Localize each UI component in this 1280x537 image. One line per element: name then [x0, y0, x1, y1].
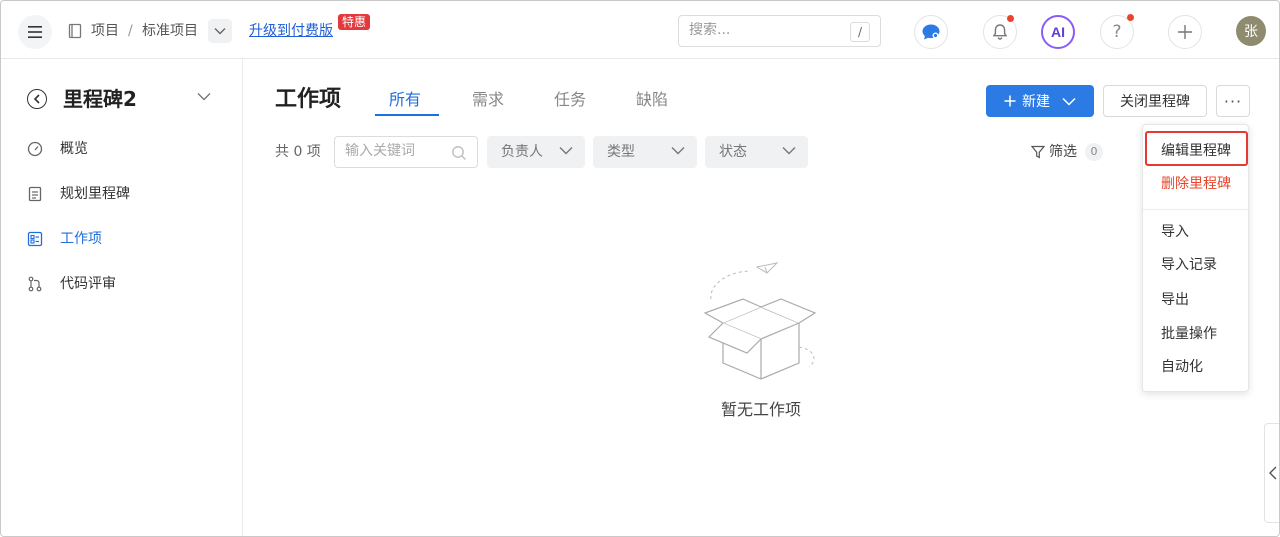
close-milestone-button[interactable]: 关闭里程碑 — [1103, 85, 1207, 117]
advanced-filter-button[interactable]: 筛选 0 — [1031, 143, 1103, 161]
project-switch-dropdown[interactable] — [208, 19, 232, 43]
question-mark-icon: ? — [1112, 22, 1122, 42]
sidebar-item-work-items[interactable]: 工作项 — [1, 221, 242, 257]
new-work-item-button[interactable]: 新建 — [986, 85, 1094, 117]
menu-divider — [1143, 209, 1248, 210]
search-shortcut-key: / — [850, 22, 870, 42]
plus-icon — [1004, 95, 1016, 107]
menu-item-edit-milestone[interactable]: 编辑里程碑 — [1161, 141, 1231, 161]
keyword-search[interactable] — [334, 136, 478, 168]
user-avatar[interactable]: 张 — [1236, 16, 1266, 46]
notifications-button[interactable] — [983, 15, 1017, 49]
menu-item-batch-operations[interactable]: 批量操作 — [1161, 324, 1217, 344]
chevron-left-icon — [1269, 466, 1277, 480]
status-filter[interactable]: 状态 — [705, 136, 808, 168]
global-search[interactable]: / — [678, 15, 881, 47]
sidebar-item-label: 概览 — [60, 141, 88, 157]
chevron-down-icon — [214, 28, 226, 35]
sidebar-item-overview[interactable]: 概览 — [1, 131, 242, 167]
help-dot — [1127, 14, 1134, 21]
create-button[interactable] — [1168, 15, 1202, 49]
filter-label: 负责人 — [501, 144, 543, 160]
chevron-down-icon — [782, 147, 796, 155]
sidebar: 里程碑2 概览 规划里程碑 工作项 代码评审 — [1, 59, 243, 536]
more-actions-button[interactable]: ··· — [1216, 85, 1250, 117]
clipboard-icon — [28, 186, 42, 202]
chat-bubble-icon — [922, 24, 940, 40]
app-window: 项目 / 标准项目 升级到付费版 特惠 / AI ? 张 — [0, 0, 1280, 537]
chevron-down-icon[interactable] — [197, 92, 211, 101]
filter-button-label: 筛选 — [1049, 144, 1077, 160]
tab-all[interactable]: 所有 — [389, 89, 421, 111]
filter-label: 类型 — [607, 144, 635, 160]
sidebar-item-label: 工作项 — [60, 231, 102, 247]
top-header: 项目 / 标准项目 升级到付费版 特惠 / AI ? 张 — [1, 1, 1279, 59]
ai-label: AI — [1051, 24, 1065, 40]
keyword-input[interactable] — [345, 143, 445, 159]
promo-badge: 特惠 — [338, 14, 371, 30]
menu-item-import[interactable]: 导入 — [1161, 222, 1189, 242]
breadcrumb-project[interactable]: 项目 — [91, 21, 119, 41]
menu-item-automation[interactable]: 自动化 — [1161, 357, 1203, 377]
chevron-down-icon — [671, 147, 685, 155]
back-button[interactable] — [27, 89, 47, 109]
breadcrumb-standard-project[interactable]: 标准项目 — [142, 21, 198, 41]
tab-requirements[interactable]: 需求 — [472, 89, 504, 111]
item-count: 共 0 项 — [275, 144, 321, 160]
search-icon — [452, 146, 466, 160]
gauge-icon — [27, 141, 43, 157]
more-actions-menu: 编辑里程碑 删除里程碑 导入 导入记录 导出 批量操作 自动化 — [1142, 124, 1249, 392]
active-tab-indicator — [375, 114, 439, 116]
menu-item-export[interactable]: 导出 — [1161, 290, 1189, 310]
sidebar-item-label: 规划里程碑 — [60, 186, 130, 202]
checklist-icon — [27, 231, 43, 247]
menu-button[interactable] — [18, 15, 52, 49]
assignee-filter[interactable]: 负责人 — [487, 136, 585, 168]
ai-assistant-button[interactable]: AI — [1041, 15, 1075, 49]
project-book-icon — [68, 23, 82, 39]
breadcrumb-separator: / — [128, 23, 133, 39]
search-input[interactable] — [689, 22, 839, 38]
milestone-title[interactable]: 里程碑2 — [63, 86, 137, 112]
empty-box-icon — [703, 262, 817, 380]
sidebar-item-label: 代码评审 — [60, 276, 116, 292]
empty-state-text: 暂无工作项 — [721, 400, 802, 419]
page-title: 工作项 — [275, 87, 342, 112]
chevron-left-icon — [33, 94, 40, 104]
notification-dot — [1007, 15, 1014, 22]
sidebar-item-plan-milestone[interactable]: 规划里程碑 — [1, 176, 242, 212]
side-panel-toggle[interactable] — [1264, 423, 1279, 523]
new-button-label: 新建 — [1022, 94, 1050, 110]
plus-icon — [1178, 25, 1192, 39]
filter-label: 状态 — [719, 144, 747, 160]
filter-count-badge: 0 — [1085, 143, 1103, 161]
chat-button[interactable] — [914, 15, 948, 49]
chevron-down-icon — [559, 147, 573, 155]
menu-item-delete-milestone[interactable]: 删除里程碑 — [1161, 174, 1231, 194]
hamburger-icon — [28, 26, 42, 38]
chevron-down-icon — [1062, 97, 1076, 106]
funnel-icon — [1031, 145, 1045, 159]
tab-tasks[interactable]: 任务 — [554, 89, 586, 111]
git-merge-icon — [28, 276, 42, 292]
tab-defects[interactable]: 缺陷 — [636, 89, 668, 111]
bell-icon — [992, 24, 1008, 40]
menu-item-import-records[interactable]: 导入记录 — [1161, 255, 1217, 275]
type-filter[interactable]: 类型 — [593, 136, 697, 168]
help-button[interactable]: ? — [1100, 14, 1134, 49]
sidebar-item-code-review[interactable]: 代码评审 — [1, 266, 242, 302]
upgrade-link[interactable]: 升级到付费版 — [249, 21, 333, 41]
